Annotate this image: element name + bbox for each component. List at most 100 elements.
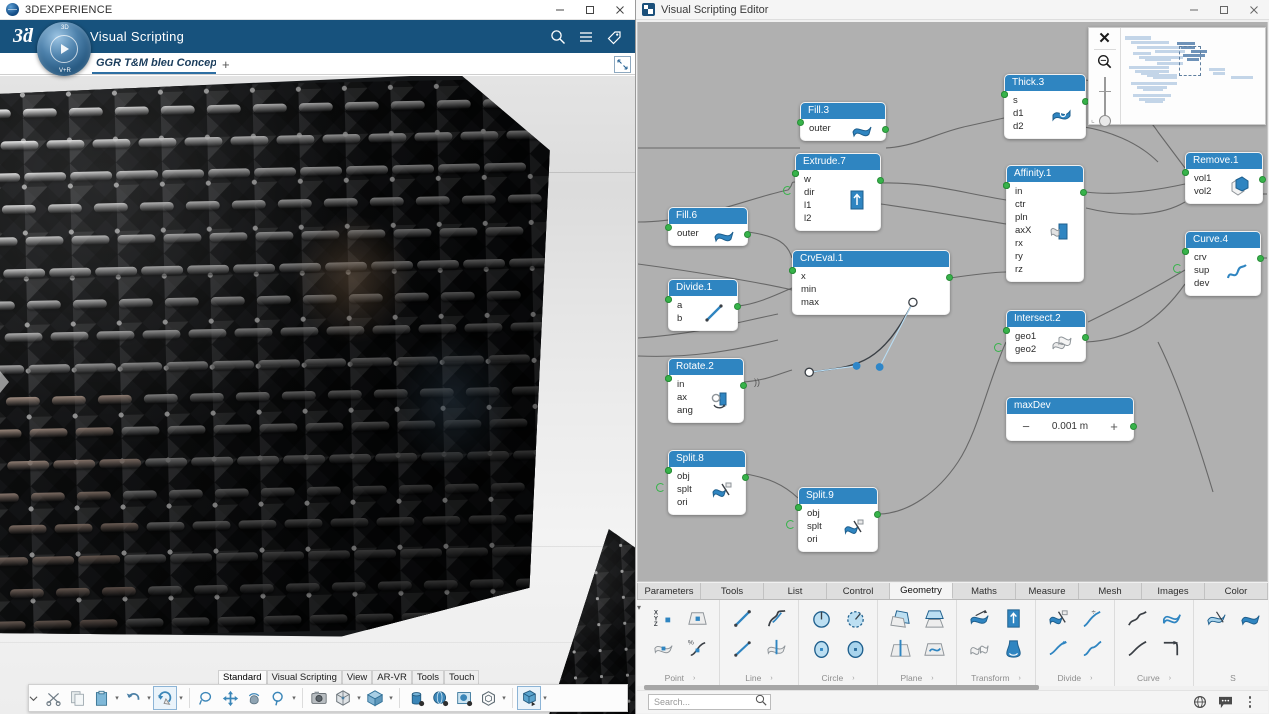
close-icon[interactable] [605, 0, 635, 20]
input-port-d2[interactable] [1001, 91, 1008, 98]
plane-curve-icon[interactable] [917, 633, 951, 663]
ribbon-tab-maths[interactable]: Maths [953, 583, 1016, 599]
output-port[interactable] [742, 474, 749, 481]
dropdown-caret-icon[interactable]: ▾ [177, 694, 185, 702]
hex-pattern-icon[interactable] [476, 686, 500, 710]
graph-minimap-panel[interactable]: ✕ ⌞ [1088, 27, 1266, 125]
extrude-icon[interactable] [996, 603, 1030, 633]
script-graph-canvas[interactable]: Fill.3outerExtrude.7wdirl1l2Fill.6outerD… [637, 22, 1268, 582]
3d-viewport[interactable] [0, 76, 636, 714]
magnifier-icon[interactable] [266, 686, 290, 710]
ribbon-tab-list[interactable]: List [764, 583, 827, 599]
graph-node-affinity1[interactable]: Affinity.1inctrplnaxXrxryrz [1006, 165, 1084, 282]
node-title[interactable]: Divide.1 [669, 280, 737, 296]
output-port[interactable] [1080, 189, 1087, 196]
node-title[interactable]: Curve.4 [1186, 232, 1260, 248]
circle-three-points-icon[interactable] [804, 633, 838, 663]
sweep-icon[interactable] [1199, 603, 1233, 633]
chevron-right-icon[interactable]: › [1169, 675, 1171, 682]
node-title[interactable]: Split.9 [799, 488, 877, 504]
divide-curve-icon[interactable]: ÷ [1075, 603, 1109, 633]
circle-arc-icon[interactable] [838, 603, 872, 633]
minimap-viewport[interactable] [1121, 28, 1265, 124]
chevron-right-icon[interactable]: › [931, 675, 933, 682]
chevron-right-icon[interactable]: › [1090, 675, 1092, 682]
input-port-b[interactable] [665, 296, 672, 303]
ribbon-tab-geometry[interactable]: Geometry [890, 583, 953, 599]
render-scene-icon[interactable] [452, 686, 476, 710]
graph-node-fill6[interactable]: Fill.6outer [668, 207, 748, 246]
decrement-button[interactable]: − [1019, 419, 1033, 434]
input-port-outer[interactable] [797, 119, 804, 126]
output-port[interactable] [744, 231, 751, 238]
graph-node-extrude7[interactable]: Extrude.7wdirl1l2 [795, 153, 881, 231]
graph-node-maxdev[interactable]: maxDev−0.001 m+ [1006, 397, 1134, 441]
paste-icon[interactable] [89, 686, 113, 710]
output-port[interactable] [1257, 255, 1264, 262]
node-title[interactable]: Rotate.2 [669, 359, 743, 375]
dropdown-caret-icon[interactable]: ▾ [387, 694, 395, 702]
node-title[interactable]: Remove.1 [1186, 153, 1262, 169]
dropdown-caret-icon[interactable]: ▾ [355, 694, 363, 702]
output-port[interactable] [874, 511, 881, 518]
point-on-curve-ratio-icon[interactable]: % [680, 633, 714, 663]
zoom-slider[interactable] [1099, 77, 1111, 113]
dropdown-caret-icon[interactable]: ▾ [500, 694, 508, 702]
copy-icon[interactable] [65, 686, 89, 710]
viewport-tab-view[interactable]: View [342, 670, 372, 684]
sphere-tool-icon[interactable] [428, 686, 452, 710]
mirror-surface-icon[interactable] [962, 633, 996, 663]
ribbon-tab-mesh[interactable]: Mesh [1079, 583, 1142, 599]
output-port[interactable] [946, 274, 953, 281]
graph-node-split8[interactable]: Split.8objspltori [668, 450, 746, 515]
boundary-curve-icon[interactable] [1154, 603, 1188, 633]
chevron-right-icon[interactable]: › [1019, 675, 1021, 682]
output-port[interactable] [877, 177, 884, 184]
graph-node-intersect2[interactable]: Intersect.2geo1geo2 [1006, 310, 1086, 362]
viewport-tab-touch[interactable]: Touch [444, 670, 479, 684]
cut-scissors-icon[interactable] [41, 686, 65, 710]
document-tab[interactable]: GGR T&M bleu Concept Pa [92, 57, 216, 74]
minimap-viewport-rect[interactable] [1179, 46, 1201, 76]
dropdown-caret-icon[interactable]: ▾ [113, 694, 121, 702]
maxdev-value[interactable]: 0.001 m [1052, 421, 1088, 432]
revolve-icon[interactable] [996, 633, 1030, 663]
isometric-view-icon[interactable] [363, 686, 387, 710]
ribbon-tab-images[interactable]: Images [1142, 583, 1205, 599]
increment-button[interactable]: + [1107, 419, 1121, 434]
globe-3d-icon[interactable] [1192, 694, 1208, 710]
translate-surface-icon[interactable] [962, 603, 996, 633]
viewport-tab-tools[interactable]: Tools [412, 670, 444, 684]
graph-node-split9[interactable]: Split.9objspltori [798, 487, 878, 552]
view-cube-wire-icon[interactable] [331, 686, 355, 710]
curve-corner-icon[interactable] [1154, 633, 1188, 663]
viewport-tab-standard[interactable]: Standard [218, 670, 267, 684]
reroute-loop-icon[interactable] [994, 343, 1003, 352]
maximize-icon[interactable] [575, 0, 605, 20]
input-port-dev[interactable] [1182, 248, 1189, 255]
plane-offset-icon[interactable] [917, 603, 951, 633]
node-title[interactable]: Split.8 [669, 451, 745, 467]
node-title[interactable]: CrvEval.1 [793, 251, 949, 267]
maximize-icon[interactable] [1209, 0, 1239, 20]
circle-center-radius-icon[interactable] [804, 603, 838, 633]
connect-curve-icon[interactable] [1075, 633, 1109, 663]
more-options-kebab-icon[interactable] [1242, 694, 1258, 710]
cylinder-tool-icon[interactable] [404, 686, 428, 710]
minimize-icon[interactable] [545, 0, 575, 20]
ribbon-tab-tools[interactable]: Tools [701, 583, 764, 599]
search-input[interactable] [648, 694, 771, 710]
line-angle-icon[interactable] [725, 633, 759, 663]
input-port-ang[interactable] [665, 375, 672, 382]
pan-move-icon[interactable] [218, 686, 242, 710]
graph-node-thick3[interactable]: Thick.3sd1d2 [1004, 74, 1086, 139]
output-port[interactable] [740, 382, 747, 389]
output-port[interactable] [1259, 176, 1266, 183]
output-port[interactable] [1082, 334, 1089, 341]
node-title[interactable]: Affinity.1 [1007, 166, 1083, 182]
chevron-right-icon[interactable]: › [770, 675, 772, 682]
close-icon[interactable] [1239, 0, 1269, 20]
output-port[interactable] [882, 126, 889, 133]
minimize-icon[interactable] [1179, 0, 1209, 20]
resize-corner-icon[interactable]: ⌞ [1091, 115, 1095, 124]
